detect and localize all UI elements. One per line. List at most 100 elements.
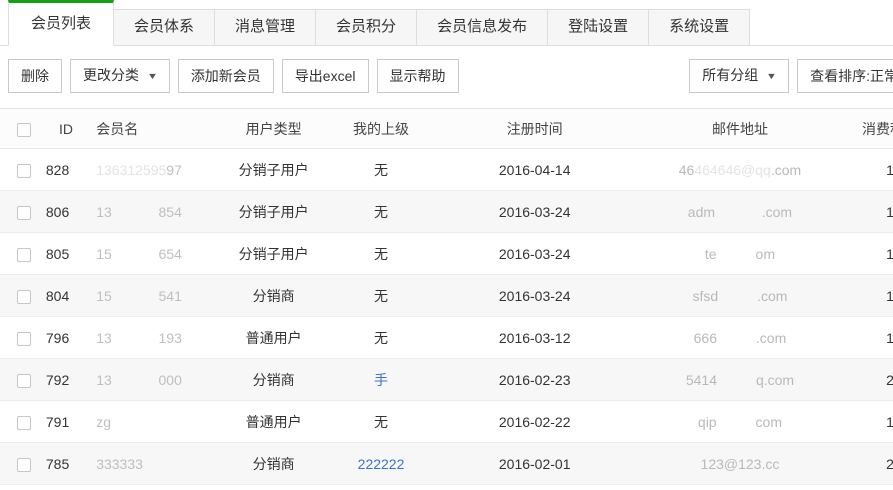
cell-username: 13 854 [84,191,215,233]
username-redacted-part [112,372,159,388]
row-checkbox[interactable] [17,374,31,388]
cell-id: 796 [38,317,84,359]
toolbar-button[interactable]: 显示帮助 [377,59,459,93]
tab-label: 会员信息发布 [437,18,527,35]
superior-value: 无 [374,246,388,262]
row-checkbox[interactable] [17,290,31,304]
email-visible-part: .com [771,162,801,178]
cell-points: 1 [840,149,893,191]
cell-username: 15 541 [84,275,215,317]
email-visible-part: sfsd [692,288,718,304]
toolbar-button[interactable]: 更改分类 ▼ [70,59,170,93]
tab-0[interactable]: 会员列表 [8,0,114,46]
tab-1[interactable]: 会员体系 [113,9,215,45]
email-visible-part: 46 [679,162,695,178]
table-row: 792 13 000 分销商 手 2016-02-23 5414 q.com 2 [0,359,893,401]
col-header-email: 邮件地址 [640,109,840,149]
superior-link[interactable]: 手 [374,372,388,388]
checkbox-cell [0,233,38,275]
cell-superior: 无 [333,149,430,191]
email-redacted-part [717,246,756,262]
cell-username: 15 654 [84,233,215,275]
cell-superior: 无 [333,317,430,359]
cell-username: zg [84,401,215,443]
table-header-row: ID 会员名 用户类型 我的上级 注册时间 邮件地址 消费积分 [0,109,893,149]
cell-username: 13 000 [84,359,215,401]
cell-points: 1 [840,317,893,359]
cell-id: 805 [38,233,84,275]
cell-points: 2 [840,443,893,485]
email-redacted-part [717,372,756,388]
caret-down-icon: ▼ [147,68,158,85]
tab-label: 会员列表 [31,15,91,32]
superior-value: 无 [374,414,388,430]
cell-user-type: 分销子用户 [215,149,333,191]
username-visible-part: 13 [96,330,112,346]
cell-id: 828 [38,149,84,191]
email-redacted-part [715,204,762,220]
tab-5[interactable]: 登陆设置 [547,9,649,45]
cell-id: 792 [38,359,84,401]
caret-down-icon: ▼ [766,68,777,85]
tab-2[interactable]: 消息管理 [214,9,316,45]
toolbar-button[interactable]: 添加新会员 [178,59,274,93]
superior-value: 无 [374,330,388,346]
row-checkbox[interactable] [17,416,31,430]
username-visible-part: 000 [159,372,182,388]
email-redacted-part [717,414,756,430]
cell-register-date: 2016-03-24 [429,275,640,317]
username-visible-part: 15 [96,246,112,262]
checkbox-cell [0,191,38,233]
toolbar-button[interactable]: 所有分组 ▼ [689,59,789,93]
table-row: 796 13 193 普通用户 无 2016-03-12 666 .com 1 [0,317,893,359]
username-redacted-part [112,204,159,220]
superior-link[interactable]: 222222 [358,456,405,472]
tab-label: 消息管理 [235,18,295,35]
row-checkbox[interactable] [17,164,31,178]
row-checkbox[interactable] [17,332,31,346]
tab-4[interactable]: 会员信息发布 [416,9,548,45]
tab-6[interactable]: 系统设置 [648,9,750,45]
cell-email: 123@123.cc [640,443,840,485]
cell-superior: 无 [333,191,430,233]
row-checkbox[interactable] [17,248,31,262]
checkbox-cell [0,275,38,317]
cell-superior: 手 [333,359,430,401]
username-visible-part: 193 [159,330,182,346]
toolbar-button[interactable]: 导出excel [282,59,369,93]
table-row: 805 15 654 分销子用户 无 2016-03-24 te om 1 [0,233,893,275]
email-visible-part: .com [762,204,792,220]
cell-id: 806 [38,191,84,233]
cell-email: adm .com [640,191,840,233]
cell-email: qip com [640,401,840,443]
row-checkbox[interactable] [17,458,31,472]
toolbar-button[interactable]: 删除 [8,59,62,93]
username-visible-part: 541 [159,288,182,304]
cell-user-type: 普通用户 [215,401,333,443]
table-row: 804 15 541 分销商 无 2016-03-24 sfsd .com 1 [0,275,893,317]
cell-superior: 无 [333,275,430,317]
email-visible-part: te [705,246,717,262]
username-visible-part: 13 [96,372,112,388]
checkbox-cell [0,359,38,401]
cell-id: 804 [38,275,84,317]
cell-user-type: 分销商 [215,443,333,485]
members-table: ID 会员名 用户类型 我的上级 注册时间 邮件地址 消费积分 828 1363… [0,108,893,485]
superior-value: 无 [374,288,388,304]
cell-register-date: 2016-02-23 [429,359,640,401]
cell-username: 13631259597 [84,149,215,191]
email-visible-part: 5414 [686,372,717,388]
email-visible-part: om [756,246,775,262]
cell-username: 13 193 [84,317,215,359]
superior-value: 无 [374,162,388,178]
cell-user-type: 分销商 [215,275,333,317]
toolbar-button[interactable]: 查看排序:正常排序 [797,59,893,93]
select-all-checkbox[interactable] [17,123,31,137]
email-visible-part: qip [698,414,717,430]
tab-3[interactable]: 会员积分 [315,9,417,45]
button-label: 显示帮助 [390,68,446,84]
row-checkbox[interactable] [17,206,31,220]
cell-points: 1 [840,191,893,233]
email-visible-part: q.com [756,372,794,388]
tab-bar: 会员列表 会员体系 消息管理 会员积分 会员信息发布 登陆设置 系统设置 [0,0,893,46]
